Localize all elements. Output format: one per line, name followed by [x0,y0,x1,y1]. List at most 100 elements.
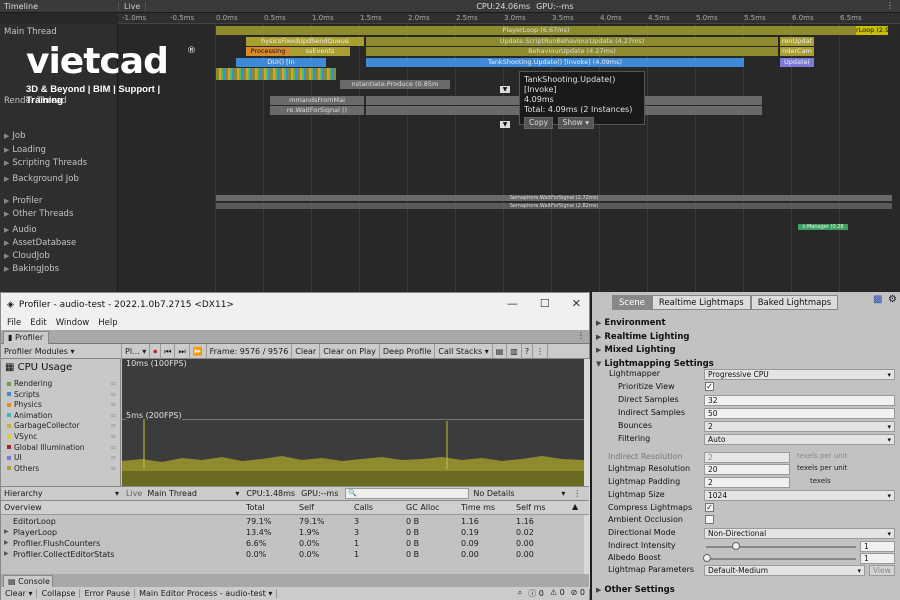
target-dropdown[interactable]: Main Editor Process - audio-test ▾ [135,589,278,598]
section-realtime-lighting[interactable]: ▶ Realtime Lighting [596,332,690,342]
close-icon[interactable]: ✕ [572,297,581,310]
menu-help[interactable]: Help [98,318,117,328]
thread-loading[interactable]: ▶ Loading [4,145,46,155]
drag-handle-icon[interactable]: ═ [111,411,116,420]
tab-scene[interactable]: Scene [612,295,652,310]
marker-playerloop[interactable]: PlayerLoop (6.67ms) [216,26,856,35]
lightmapper-dropdown[interactable]: Progressive CPU [704,369,895,380]
load-icon[interactable]: ▤ [493,343,508,359]
live-toggle[interactable]: Live [118,1,147,11]
marker-processing[interactable]: Processing [246,47,290,56]
drag-handle-icon[interactable]: ═ [111,400,116,409]
legend-item[interactable]: VSync ═ [7,432,116,441]
drag-handle-icon[interactable]: ═ [111,443,116,452]
thread-main[interactable]: Main Thread [4,27,57,37]
column-header[interactable]: Time ms [461,503,495,512]
help-icon[interactable]: ? [522,343,534,359]
table-row[interactable]: Profiler.CollectEditorStats 0.0% 0.0% 1 0 B 0… [1,550,589,561]
thread-job[interactable]: ▶ Job [4,131,26,141]
table-row[interactable]: PlayerLoop 13.4% 1.9% 3 0 B 0.19 0.02 ▶ [1,528,589,539]
drag-handle-icon[interactable]: ═ [111,432,116,441]
live-toggle[interactable]: Live [123,489,145,498]
column-header[interactable]: Overview [4,503,42,512]
record-icon[interactable]: ⏺ [150,343,162,359]
next-frame-icon[interactable]: ⏭ [175,343,190,359]
play-mode-dropdown[interactable]: Pl... ▾ [122,343,151,359]
direct-samples-field[interactable]: 32 [704,395,895,406]
lightmap-parameters-dropdown[interactable]: Default-Medium [704,565,865,576]
profiler-modules-dropdown[interactable]: Profiler Modules ▾ [1,343,122,359]
clear-button[interactable]: Clear [292,343,321,359]
column-header[interactable]: Calls [354,503,373,512]
marker-ren-update[interactable]: renUpdat [780,37,814,46]
ambient-occlusion-checkbox[interactable] [705,515,714,524]
tab-menu-icon[interactable]: ⋮ [577,331,585,340]
marker-behaviour-update[interactable]: BehaviourUpdate (4.27ms) [366,47,778,56]
expand-icon[interactable]: ▶ [4,550,9,557]
lightmap-resolution-field[interactable]: 20 [704,464,790,475]
tab-console[interactable]: ▤ Console [3,575,53,587]
clear-on-play-toggle[interactable]: Clear on Play [320,343,380,359]
column-header[interactable]: Self [299,503,314,512]
tab-baked-lightmaps[interactable]: Baked Lightmaps [750,295,839,310]
details-dropdown[interactable]: No Details ▾ [469,489,569,498]
expand-marker-icon[interactable]: ▼ [500,121,510,128]
compress-checkbox[interactable]: ✓ [705,503,714,512]
marker-update-right[interactable]: Update( [780,58,814,67]
thread-cloudjob[interactable]: ▶ CloudJob [4,251,50,261]
prioritize-view-checkbox[interactable]: ✓ [705,382,714,391]
legend-item[interactable]: GarbageCollector ═ [7,421,116,430]
bounces-dropdown[interactable]: 2 [704,421,895,432]
menu-file[interactable]: File [7,318,21,328]
marker-dui[interactable]: DUI() [In [236,58,326,67]
section-environment[interactable]: ▶ Environment [596,318,666,328]
tab-realtime-lightmaps[interactable]: Realtime Lightmaps [651,295,751,310]
console-clear-dropdown[interactable]: Clear ▾ [1,589,38,598]
drag-handle-icon[interactable]: ═ [111,379,116,388]
expand-icon[interactable]: ▶ [4,539,9,546]
cpu-usage-chart[interactable]: 10ms (100FPS) 5ms (200FPS) [122,359,584,486]
section-mixed-lighting[interactable]: ▶ Mixed Lighting [596,345,676,355]
indirect-samples-field[interactable]: 50 [704,408,895,419]
thread-bakingjobs[interactable]: ▶ BakingJobs [4,264,59,274]
legend-item[interactable]: Animation ═ [7,411,116,420]
albedo-boost-field[interactable]: 1 [860,553,895,564]
marker-semaphore-2[interactable]: Semaphore.WaitForSignal (2.82ms) [216,203,892,209]
call-stacks-dropdown[interactable]: Call Stacks ▾ [435,343,493,359]
table-row[interactable]: Profiler.FlushCounters 6.6% 0.0% 1 0 B 0.09 0.… [1,539,589,550]
deep-profile-toggle[interactable]: Deep Profile [380,343,436,359]
marker-instantiate[interactable]: nstantiate.Produce (0.85m [340,80,450,89]
settings-icon[interactable]: ⚙ [888,294,897,305]
legend-item[interactable]: Rendering ═ [7,379,116,388]
expand-marker-icon[interactable]: ▼ [500,86,510,93]
menu-window[interactable]: Window [56,318,90,328]
legend-item[interactable]: Scripts ═ [7,390,116,399]
marker-audio[interactable]: o.Manager (0.28 [798,224,848,230]
minimize-icon[interactable]: — [507,297,518,310]
thread-scripting[interactable]: ▶ Scripting Threads [4,158,87,168]
view-button[interactable]: View [869,565,895,576]
expand-icon[interactable]: ▶ [4,528,9,535]
thread-assetdatabase[interactable]: ▶ AssetDatabase [4,238,76,248]
thread-profiler[interactable]: ▶ Profiler [4,196,42,206]
drag-handle-icon[interactable]: ═ [111,464,116,473]
sort-icon[interactable]: ▲ [572,502,578,511]
collapse-toggle[interactable]: Collapse [37,589,81,598]
marker-script-run[interactable]: Update.ScriptRunBehaviourUpdate (4.27ms) [366,37,778,46]
lightmap-size-dropdown[interactable]: 1024 [704,490,895,501]
menu-edit[interactable]: Edit [30,318,46,328]
thread-background[interactable]: ▶ Background Job [4,174,79,184]
view-selector[interactable]: Timeline [0,2,118,11]
marker-commands[interactable]: mmandsFromMai [270,96,364,105]
drag-handle-icon[interactable]: ═ [111,421,116,430]
help-icon[interactable]: ▩ [873,294,882,305]
error-count[interactable]: ⊘ 0 [571,588,585,599]
lightmap-padding-field[interactable]: 2 [704,477,790,488]
legend-item[interactable]: UI ═ [7,453,116,462]
marker-tank-shooting[interactable]: TankShooting.Update() [Invoke] (4.09ms) [366,58,744,67]
drag-handle-icon[interactable]: ═ [111,453,116,462]
settings-icon[interactable]: ⋮ [533,343,549,359]
column-header[interactable]: GC Alloc [406,503,440,512]
marker-ss-events[interactable]: ssEvents [290,47,350,56]
legend-item[interactable]: Physics ═ [7,400,116,409]
